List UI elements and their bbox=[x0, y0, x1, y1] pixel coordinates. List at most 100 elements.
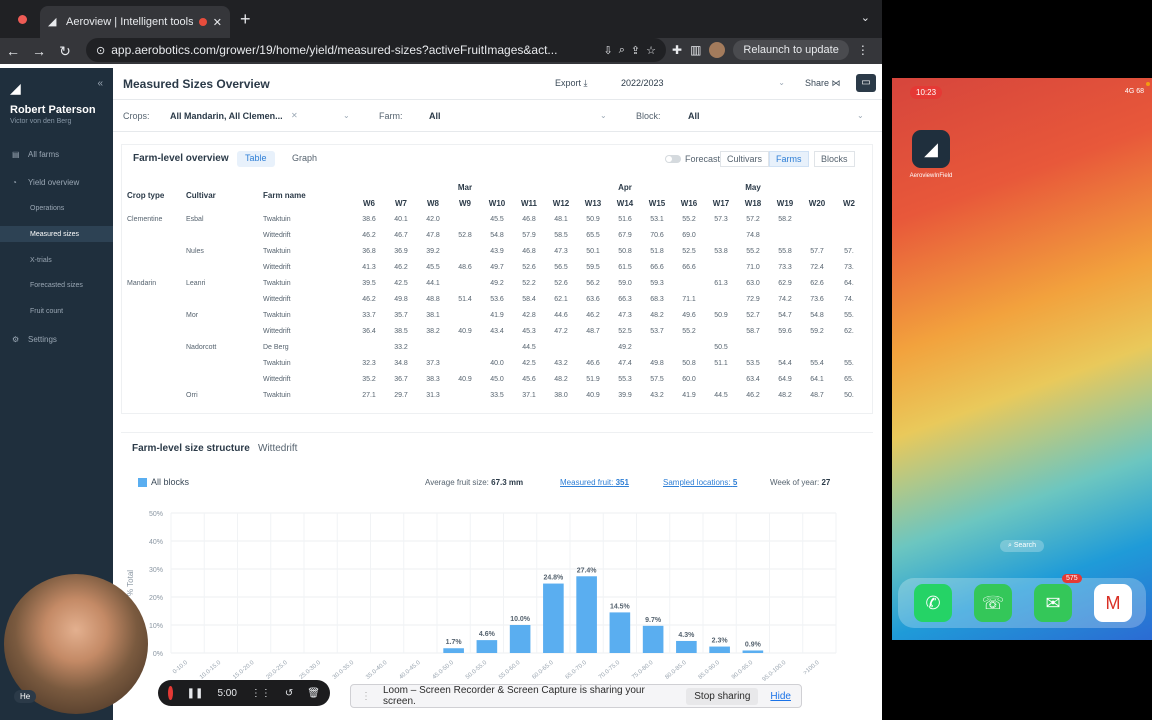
size-cell[interactable]: 68.3 bbox=[641, 291, 673, 307]
size-cell[interactable] bbox=[641, 339, 673, 355]
size-cell[interactable]: 42.5 bbox=[513, 355, 545, 371]
size-cell[interactable]: 54.7 bbox=[769, 307, 801, 323]
sidebar-item-measured-sizes[interactable]: Measured sizes bbox=[0, 226, 113, 242]
size-cell[interactable]: 67.9 bbox=[609, 227, 641, 243]
size-cell[interactable] bbox=[449, 243, 481, 259]
size-cell[interactable]: 44.1 bbox=[417, 275, 449, 291]
histogram-bar[interactable] bbox=[476, 640, 498, 653]
size-cell[interactable]: 45.3 bbox=[513, 323, 545, 339]
size-cell[interactable]: 39.2 bbox=[417, 243, 449, 259]
size-cell[interactable]: 59.3 bbox=[641, 275, 673, 291]
size-cell[interactable]: 57.7 bbox=[801, 243, 833, 259]
size-cell[interactable]: 47.2 bbox=[545, 323, 577, 339]
size-cell[interactable]: 62.6 bbox=[801, 275, 833, 291]
size-cell[interactable]: 59.6 bbox=[769, 323, 801, 339]
size-cell[interactable]: 58.5 bbox=[545, 227, 577, 243]
week-header[interactable]: W12 bbox=[545, 195, 577, 211]
size-cell[interactable]: 52.5 bbox=[609, 323, 641, 339]
size-cell[interactable]: 40.0 bbox=[481, 355, 513, 371]
reload-icon[interactable]: ↻ bbox=[52, 43, 78, 60]
histogram-bar[interactable] bbox=[742, 650, 764, 653]
size-cell[interactable]: 43.2 bbox=[545, 355, 577, 371]
size-cell[interactable]: 58.7 bbox=[737, 323, 769, 339]
size-cell[interactable]: 58.2 bbox=[769, 211, 801, 227]
clear-crops-icon[interactable]: ✕ bbox=[291, 111, 298, 120]
size-cell[interactable]: 38.2 bbox=[417, 323, 449, 339]
size-cell[interactable]: 59.5 bbox=[577, 259, 609, 275]
size-cell[interactable] bbox=[545, 339, 577, 355]
export-button[interactable]: Export ⤓ bbox=[555, 78, 588, 89]
measured-fruit-link[interactable]: Measured fruit: 351 bbox=[560, 478, 629, 487]
sidebar-item-forecasted-sizes[interactable]: Forecasted sizes bbox=[0, 277, 113, 293]
size-cell[interactable]: 73. bbox=[833, 259, 865, 275]
size-cell[interactable]: 49.7 bbox=[481, 259, 513, 275]
size-cell[interactable]: 41.9 bbox=[481, 307, 513, 323]
gmail-icon[interactable]: M bbox=[1094, 584, 1132, 622]
size-cell[interactable]: 48.2 bbox=[769, 387, 801, 403]
size-cell[interactable]: 54.8 bbox=[801, 307, 833, 323]
size-cell[interactable]: 56.2 bbox=[577, 275, 609, 291]
size-cell[interactable]: 57.2 bbox=[737, 211, 769, 227]
browser-menu-icon[interactable]: ⋮ bbox=[857, 43, 869, 57]
size-cell[interactable]: 53.7 bbox=[641, 323, 673, 339]
size-cell[interactable]: 48.2 bbox=[641, 307, 673, 323]
window-close-dot[interactable] bbox=[18, 15, 27, 24]
size-cell[interactable]: 46.2 bbox=[737, 387, 769, 403]
col-cultivar[interactable]: Cultivar bbox=[186, 179, 263, 211]
size-cell[interactable]: 48.1 bbox=[545, 211, 577, 227]
size-cell[interactable]: 51.9 bbox=[577, 371, 609, 387]
size-cell[interactable]: 52.6 bbox=[513, 259, 545, 275]
size-cell[interactable]: 58.4 bbox=[513, 291, 545, 307]
size-cell[interactable] bbox=[673, 339, 705, 355]
hide-button[interactable]: Hide bbox=[770, 691, 791, 702]
size-cell[interactable]: 63.6 bbox=[577, 291, 609, 307]
size-cell[interactable]: 57. bbox=[833, 243, 865, 259]
size-cell[interactable] bbox=[801, 339, 833, 355]
size-cell[interactable]: 36.4 bbox=[353, 323, 385, 339]
side-panel-icon[interactable]: ▥ bbox=[690, 43, 701, 57]
size-cell[interactable]: 59.0 bbox=[609, 275, 641, 291]
legend-all-blocks[interactable]: All blocks bbox=[138, 477, 189, 487]
histogram-bar[interactable] bbox=[709, 646, 730, 653]
size-cell[interactable]: 43.2 bbox=[641, 387, 673, 403]
size-cell[interactable]: 45.6 bbox=[513, 371, 545, 387]
size-cell[interactable]: 48.6 bbox=[449, 259, 481, 275]
size-cell[interactable]: 72.4 bbox=[801, 259, 833, 275]
size-cell[interactable]: 45.5 bbox=[417, 259, 449, 275]
size-cell[interactable]: 51.6 bbox=[609, 211, 641, 227]
extensions-icon[interactable]: ✚ bbox=[672, 43, 682, 57]
size-cell[interactable]: 55.3 bbox=[609, 371, 641, 387]
size-cell[interactable] bbox=[417, 339, 449, 355]
size-cell[interactable]: 46.2 bbox=[353, 291, 385, 307]
week-header[interactable]: W7 bbox=[385, 195, 417, 211]
size-cell[interactable]: 54.8 bbox=[481, 227, 513, 243]
size-cell[interactable]: 39.9 bbox=[609, 387, 641, 403]
size-cell[interactable]: 55.4 bbox=[801, 355, 833, 371]
size-cell[interactable]: 49.2 bbox=[481, 275, 513, 291]
size-cell[interactable]: 61.5 bbox=[609, 259, 641, 275]
profile-avatar[interactable] bbox=[709, 42, 726, 58]
farms-button[interactable]: Farms bbox=[769, 151, 809, 167]
size-cell[interactable]: 69.0 bbox=[673, 227, 705, 243]
size-cell[interactable]: 35.7 bbox=[385, 307, 417, 323]
size-cell[interactable]: 64.1 bbox=[801, 371, 833, 387]
size-cell[interactable]: 48.8 bbox=[417, 291, 449, 307]
size-cell[interactable]: 46.2 bbox=[353, 227, 385, 243]
size-cell[interactable]: 64. bbox=[833, 275, 865, 291]
forward-icon[interactable]: → bbox=[26, 43, 52, 59]
size-cell[interactable]: 55. bbox=[833, 355, 865, 371]
aeroview-infield-app-icon[interactable]: ◢ bbox=[912, 130, 950, 168]
size-cell[interactable]: 38.3 bbox=[417, 371, 449, 387]
messages-icon[interactable]: ✉ bbox=[1034, 584, 1072, 622]
size-cell[interactable]: 52.5 bbox=[673, 243, 705, 259]
size-cell[interactable] bbox=[705, 323, 737, 339]
cultivars-button[interactable]: Cultivars bbox=[720, 151, 770, 167]
size-cell[interactable] bbox=[577, 339, 609, 355]
size-cell[interactable]: 61.3 bbox=[705, 275, 737, 291]
size-cell[interactable]: 74.8 bbox=[737, 227, 769, 243]
size-cell[interactable] bbox=[705, 227, 737, 243]
size-cell[interactable]: 36.9 bbox=[385, 243, 417, 259]
size-cell[interactable]: 40.9 bbox=[449, 323, 481, 339]
size-cell[interactable]: 44.5 bbox=[513, 339, 545, 355]
histogram-bar[interactable] bbox=[509, 625, 531, 653]
